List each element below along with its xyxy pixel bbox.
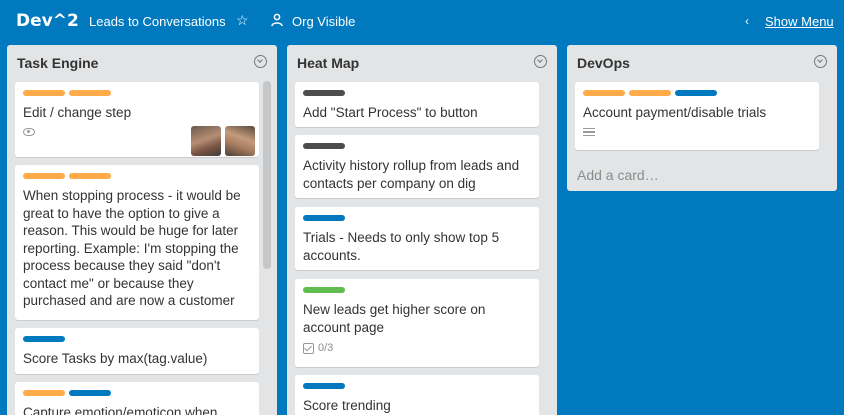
card-labels	[23, 90, 251, 96]
label-orange	[23, 173, 65, 179]
card-labels	[303, 143, 531, 149]
label-blue	[303, 215, 345, 221]
card-labels	[23, 173, 251, 179]
list-header: DevOps	[567, 45, 837, 79]
card-title: Add "Start Process" to button	[303, 105, 478, 120]
list-title[interactable]: DevOps	[577, 55, 630, 71]
list-menu-icon[interactable]	[814, 55, 827, 68]
card-labels	[583, 90, 811, 96]
card-account-payment[interactable]: Account payment/disable trials	[575, 82, 819, 150]
list-devops: DevOps Account payment/disable trials Ad…	[567, 45, 837, 191]
checklist-count: 0/3	[318, 342, 334, 354]
board-title[interactable]: Dev^2	[16, 11, 79, 31]
list-heat-map: Heat Map Add "Start Process" to button A…	[287, 45, 557, 415]
list-header: Heat Map	[287, 45, 557, 79]
card-new-leads[interactable]: New leads get higher score on account pa…	[295, 279, 539, 367]
label-orange	[23, 390, 65, 396]
card-title: When stopping process - it would be grea…	[23, 188, 241, 308]
member-avatar[interactable]	[225, 126, 255, 156]
card-labels	[303, 287, 531, 293]
label-orange	[69, 90, 111, 96]
label-orange	[583, 90, 625, 96]
list-menu-icon[interactable]	[534, 55, 547, 68]
card-title: Score Tasks by max(tag.value)	[23, 351, 208, 366]
member-avatar[interactable]	[191, 126, 221, 156]
list-task-engine: Task Engine Edit / change step When stop…	[7, 45, 277, 415]
list-title[interactable]: Heat Map	[297, 55, 359, 71]
label-green	[303, 287, 345, 293]
label-blue	[23, 336, 65, 342]
label-orange	[23, 90, 65, 96]
card-stopping-process[interactable]: When stopping process - it would be grea…	[15, 165, 259, 320]
card-title: Score trending	[303, 398, 391, 413]
card-title: Account payment/disable trials	[583, 105, 767, 120]
list-menu-icon[interactable]	[254, 55, 267, 68]
label-blue	[69, 390, 111, 396]
card-badges	[583, 127, 811, 136]
card-title: Activity history rollup from leads and c…	[303, 158, 520, 191]
label-orange	[69, 173, 111, 179]
description-icon	[583, 127, 595, 136]
card-title: Capture emotion/emoticon when	[23, 405, 218, 415]
label-dark	[303, 143, 345, 149]
checklist-icon	[303, 342, 314, 354]
label-blue	[675, 90, 717, 96]
card-score-tasks[interactable]: Score Tasks by max(tag.value)	[15, 328, 259, 374]
card-labels	[23, 390, 251, 396]
card-labels	[303, 90, 531, 96]
list-title[interactable]: Task Engine	[17, 55, 98, 71]
card-edit-change-step[interactable]: Edit / change step	[15, 82, 259, 157]
list-header: Task Engine	[7, 45, 277, 79]
card-activity-history[interactable]: Activity history rollup from leads and c…	[295, 135, 539, 198]
card-title: New leads get higher score on account pa…	[303, 302, 486, 335]
label-orange	[629, 90, 671, 96]
card-labels	[303, 383, 531, 389]
show-menu-link[interactable]: Show Menu	[765, 14, 834, 29]
org-visibility-icon[interactable]	[270, 13, 284, 27]
label-blue	[303, 383, 345, 389]
card-labels	[303, 215, 531, 221]
label-dark	[303, 90, 345, 96]
card-title: Trials - Needs to only show top 5 accoun…	[303, 230, 500, 263]
chevron-left-icon[interactable]: ‹	[745, 14, 749, 28]
team-name-button[interactable]: Leads to Conversations	[89, 14, 226, 29]
star-icon[interactable]: ☆	[236, 12, 249, 29]
card-title: Edit / change step	[23, 105, 132, 120]
card-trials[interactable]: Trials - Needs to only show top 5 accoun…	[295, 207, 539, 270]
card-badges: 0/3	[303, 342, 531, 354]
card-labels	[23, 336, 251, 342]
scrollbar[interactable]	[263, 81, 271, 269]
board-header: Dev^2 Leads to Conversations ☆ Org Visib…	[0, 0, 844, 42]
add-card-button[interactable]: Add a card…	[577, 167, 659, 183]
visibility-button[interactable]: Org Visible	[292, 14, 355, 29]
card-add-start-process[interactable]: Add "Start Process" to button	[295, 82, 539, 127]
card-score-trending[interactable]: Score trending	[295, 375, 539, 415]
eye-icon	[23, 127, 35, 136]
card-capture-emotion[interactable]: Capture emotion/emoticon when	[15, 382, 259, 415]
